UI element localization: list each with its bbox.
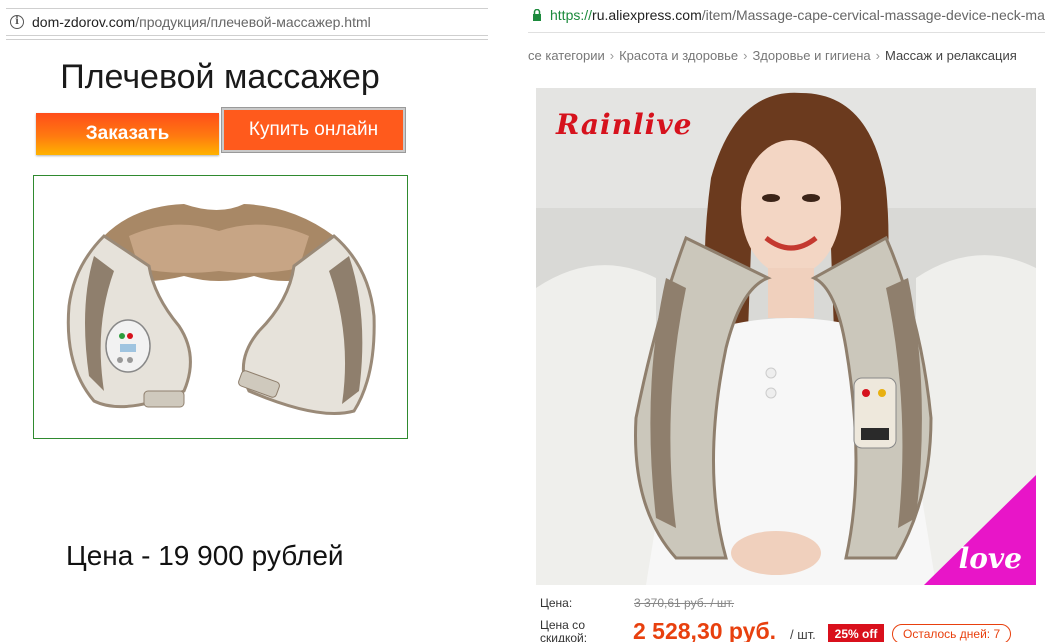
old-price: 3 370,61 руб. / шт. xyxy=(634,596,735,610)
address-bar-right[interactable]: https://ru.aliexpress.com/item/Massage-c… xyxy=(528,2,1045,28)
url-host-right: ru.aliexpress.com xyxy=(592,7,702,23)
price-text: Цена - 19 900 рублей xyxy=(66,540,344,571)
days-left-badge: Осталось дней: 7 xyxy=(892,624,1012,642)
page-title: Плечевой массажер xyxy=(60,58,380,96)
breadcrumb-item-all-categories[interactable]: се категории xyxy=(528,48,605,63)
right-panel: https://ru.aliexpress.com/item/Massage-c… xyxy=(528,0,1045,642)
product-image xyxy=(33,175,408,439)
chevron-right-icon: › xyxy=(743,48,748,63)
shoulder-massager-image xyxy=(66,204,376,415)
left-panel: i dom-zdorov.com/продукция/плечевой-масс… xyxy=(0,0,490,642)
lock-icon[interactable] xyxy=(532,9,542,21)
breadcrumb-item-massage[interactable]: Массаж и релаксация xyxy=(885,48,1017,63)
discount-price: 2 528,30 руб. xyxy=(633,618,777,642)
url-path-left: /продукция/плечевой-массажер.html xyxy=(135,14,371,30)
buy-online-button[interactable]: Купить онлайн xyxy=(221,107,406,153)
order-button[interactable]: Заказать xyxy=(36,113,219,155)
chevron-right-icon: › xyxy=(609,48,615,63)
address-bar-left[interactable]: i dom-zdorov.com/продукция/плечевой-масс… xyxy=(6,8,488,40)
corner-love-text: love xyxy=(958,542,1022,575)
info-icon[interactable]: i xyxy=(10,15,24,29)
price-unit: / шт. xyxy=(790,627,816,642)
url-host-left: dom-zdorov.com xyxy=(32,14,136,30)
url-path-right: /item/Massage-cape-cervical-massage-devi… xyxy=(701,7,1045,23)
discount-price-label: Цена со скидкой: xyxy=(540,618,588,642)
breadcrumb-item-health-hygiene[interactable]: Здоровье и гигиена xyxy=(752,48,870,63)
chevron-right-icon: › xyxy=(875,48,880,63)
url-scheme: https:// xyxy=(550,7,593,23)
price-label: Цена: xyxy=(540,596,573,610)
breadcrumb-item-beauty-health[interactable]: Красота и здоровье xyxy=(619,48,738,63)
breadcrumb: се категории › Красота и здоровье › Здоровье… xyxy=(528,48,1045,63)
brand-logo: Rainlive xyxy=(556,108,693,141)
product-photo[interactable]: Rainlive love xyxy=(536,88,1036,585)
discount-badge: 25% off xyxy=(828,624,884,642)
divider xyxy=(528,32,1045,33)
